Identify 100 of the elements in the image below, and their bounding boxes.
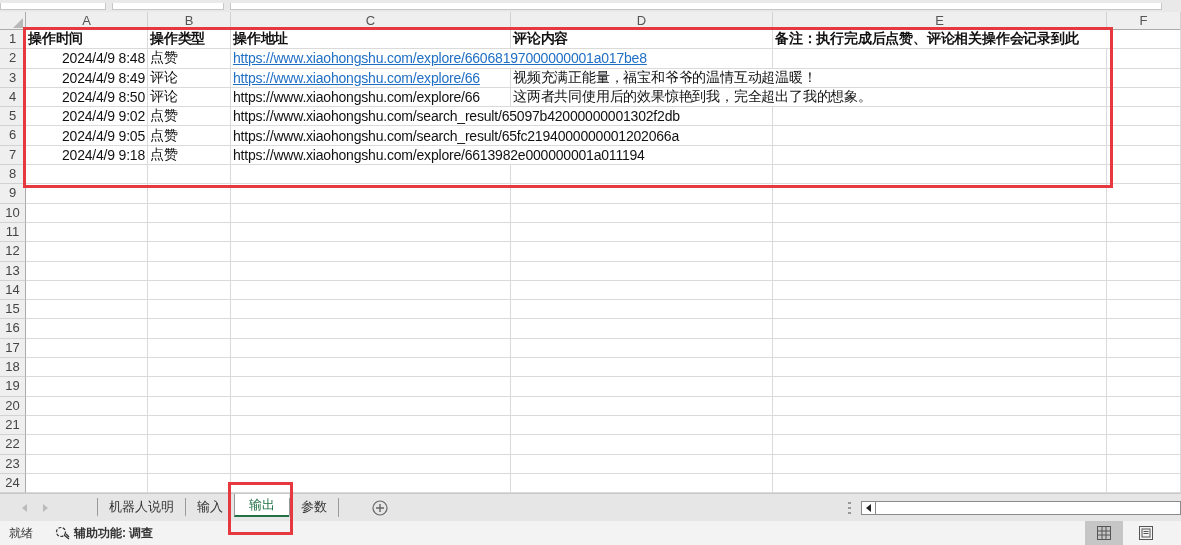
empty-cell[interactable]	[773, 415, 1107, 436]
table-cell[interactable]: 视频充满正能量，福宝和爷爷的温情互动超温暖！	[511, 68, 1107, 88]
empty-cell[interactable]	[148, 454, 231, 474]
empty-cell[interactable]	[148, 319, 231, 339]
empty-cell[interactable]	[1107, 358, 1181, 378]
empty-cell[interactable]	[1107, 87, 1181, 108]
empty-cell[interactable]	[231, 203, 511, 223]
table-cell[interactable]: 评论	[148, 68, 231, 88]
table-cell[interactable]: https://www.xiaohongshu.com/explore/66	[231, 87, 511, 108]
table-cell[interactable]: https://www.xiaohongshu.com/explore/6613982e000000001a011194	[231, 145, 773, 166]
empty-cell[interactable]	[148, 435, 231, 455]
empty-cell[interactable]	[1107, 68, 1181, 88]
empty-cell[interactable]	[1107, 107, 1181, 127]
empty-cell[interactable]	[773, 184, 1107, 204]
sheet-tab[interactable]: 输出	[234, 494, 289, 517]
empty-cell[interactable]	[148, 396, 231, 416]
empty-cell[interactable]	[148, 280, 231, 301]
empty-cell[interactable]	[148, 184, 231, 204]
column-header[interactable]: A	[26, 12, 148, 30]
column-header[interactable]: F	[1107, 12, 1181, 30]
empty-cell[interactable]	[511, 338, 773, 359]
previous-sheet-icon[interactable]	[22, 503, 28, 512]
empty-cell[interactable]	[148, 203, 231, 223]
row-number[interactable]: 23	[0, 454, 26, 474]
empty-cell[interactable]	[773, 165, 1107, 185]
empty-cell[interactable]	[231, 300, 511, 320]
empty-cell[interactable]	[1107, 280, 1181, 301]
column-header[interactable]: D	[511, 12, 773, 30]
row-number[interactable]: 20	[0, 396, 26, 416]
empty-cell[interactable]	[511, 415, 773, 436]
empty-cell[interactable]	[148, 261, 231, 281]
table-cell[interactable]: 2024/4/9 9:18	[26, 145, 148, 166]
empty-cell[interactable]	[511, 280, 773, 301]
empty-cell[interactable]	[773, 222, 1107, 243]
row-number[interactable]: 9	[0, 184, 26, 204]
table-cell[interactable]: 2024/4/9 8:48	[26, 49, 148, 69]
empty-cell[interactable]	[1107, 165, 1181, 185]
empty-cell[interactable]	[148, 300, 231, 320]
empty-cell[interactable]	[231, 358, 511, 378]
empty-cell[interactable]	[148, 338, 231, 359]
view-button[interactable]	[1085, 521, 1123, 545]
table-cell[interactable]: 这两者共同使用后的效果惊艳到我，完全超出了我的想象。	[511, 87, 1107, 108]
empty-cell[interactable]	[773, 377, 1107, 397]
table-cell[interactable]: 2024/4/9 9:02	[26, 107, 148, 127]
link[interactable]: https://www.xiaohongshu.com/explore/66068197000000001a017be8	[233, 50, 647, 67]
row-number[interactable]: 19	[0, 377, 26, 397]
table-cell[interactable]: https://www.xiaohongshu.com/explore/66	[231, 68, 511, 88]
empty-cell[interactable]	[231, 242, 511, 262]
empty-cell[interactable]	[773, 261, 1107, 281]
empty-cell[interactable]	[231, 338, 511, 359]
empty-cell[interactable]	[1107, 319, 1181, 339]
table-cell[interactable]: 2024/4/9 8:49	[26, 68, 148, 88]
empty-cell[interactable]	[231, 396, 511, 416]
empty-cell[interactable]	[773, 145, 1107, 166]
empty-cell[interactable]	[148, 242, 231, 262]
empty-cell[interactable]	[231, 280, 511, 301]
table-cell[interactable]: 2024/4/9 8:50	[26, 87, 148, 108]
empty-cell[interactable]	[231, 222, 511, 243]
empty-cell[interactable]	[1107, 242, 1181, 262]
empty-cell[interactable]	[231, 261, 511, 281]
empty-cell[interactable]	[1107, 203, 1181, 223]
empty-cell[interactable]	[1107, 222, 1181, 243]
empty-cell[interactable]	[1107, 415, 1181, 436]
column-title-cell[interactable]: 操作地址	[231, 30, 511, 50]
column-title-cell[interactable]: 备注：执行完成后点赞、评论相关操作会记录到此	[773, 30, 1181, 50]
empty-cell[interactable]	[511, 435, 773, 455]
empty-cell[interactable]	[773, 203, 1107, 223]
table-cell[interactable]: 点赞	[148, 49, 231, 69]
empty-cell[interactable]	[511, 222, 773, 243]
sheet-tab[interactable]: 参数	[289, 498, 338, 517]
empty-cell[interactable]	[1107, 184, 1181, 204]
next-sheet-icon[interactable]	[42, 503, 48, 512]
column-header[interactable]: E	[773, 12, 1107, 30]
row-number[interactable]: 24	[0, 473, 26, 493]
column-header[interactable]: B	[148, 12, 231, 30]
empty-cell[interactable]	[148, 165, 231, 185]
row-number[interactable]: 22	[0, 435, 26, 455]
empty-cell[interactable]	[773, 396, 1107, 416]
table-cell[interactable]: 点赞	[148, 107, 231, 127]
empty-cell[interactable]	[511, 377, 773, 397]
column-title-cell[interactable]: 操作时间	[26, 30, 148, 50]
empty-cell[interactable]	[773, 435, 1107, 455]
row-number[interactable]: 18	[0, 358, 26, 378]
empty-cell[interactable]	[511, 184, 773, 204]
empty-cell[interactable]	[773, 107, 1107, 127]
table-cell[interactable]: 点赞	[148, 145, 231, 166]
empty-cell[interactable]	[511, 203, 773, 223]
empty-cell[interactable]	[773, 300, 1107, 320]
row-number[interactable]: 12	[0, 242, 26, 262]
empty-cell[interactable]	[1107, 377, 1181, 397]
empty-cell[interactable]	[511, 454, 773, 474]
empty-cell[interactable]	[773, 338, 1107, 359]
empty-cell[interactable]	[1107, 126, 1181, 146]
table-cell[interactable]: https://www.xiaohongshu.com/explore/66068197000000001a017be8	[231, 49, 773, 69]
accessibility-button[interactable]: 辅助功能: 调查	[51, 524, 158, 542]
table-cell[interactable]: 评论	[148, 87, 231, 108]
empty-cell[interactable]	[148, 377, 231, 397]
empty-cell[interactable]	[1107, 261, 1181, 281]
empty-cell[interactable]	[511, 261, 773, 281]
empty-cell[interactable]	[148, 222, 231, 243]
